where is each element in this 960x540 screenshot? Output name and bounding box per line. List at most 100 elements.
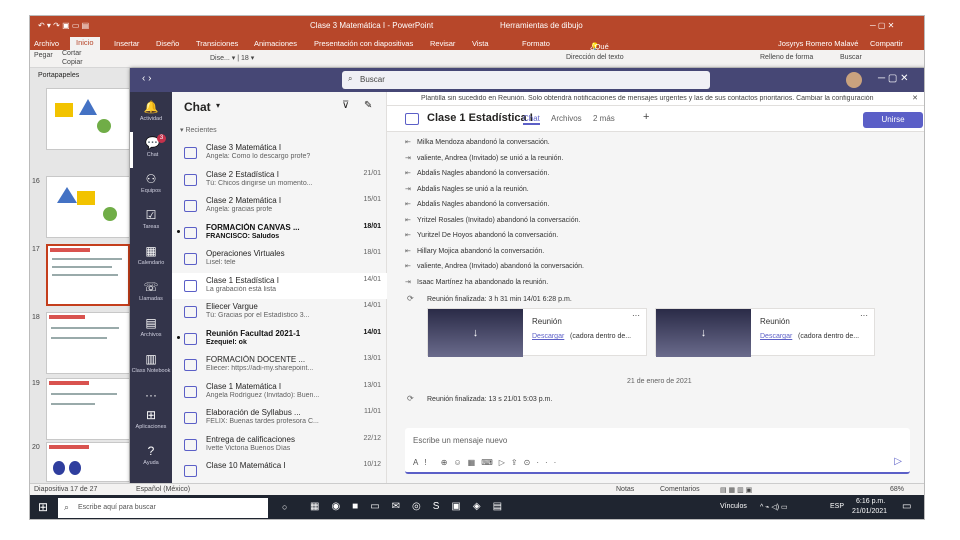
close-icon[interactable]: ✕ xyxy=(912,94,918,102)
chat-list-item[interactable]: Operaciones Virtuales Lisel: tele 18/01 xyxy=(172,246,387,272)
thumb-header xyxy=(49,445,89,449)
tab-formato[interactable]: Formato xyxy=(522,39,550,48)
slide-thumb-15[interactable] xyxy=(46,88,130,150)
chat-list-item[interactable]: Reunión Facultad 2021-1 Ezequiel: ok 14/01 xyxy=(172,326,387,352)
chat-list-item[interactable]: FORMACIÓN DOCENTE ... Eliecer: https://ad… xyxy=(172,352,387,378)
chat-list-item[interactable]: FORMACIÓN CANVAS ... FRANCISCO: Saludos 18… xyxy=(172,220,387,246)
join-button[interactable]: Unirse xyxy=(863,112,923,128)
language-indicator[interactable]: ESP xyxy=(830,503,844,510)
meeting-chat-icon xyxy=(184,147,197,159)
tab-transiciones[interactable]: Transiciones xyxy=(196,39,238,48)
help-icon: ? xyxy=(147,444,155,458)
clock-time[interactable]: 6:16 p.m. xyxy=(856,498,885,505)
cut-button[interactable]: Cortar xyxy=(62,50,81,57)
search-input[interactable]: ⌕ Buscar xyxy=(342,71,710,89)
system-message-text: valiente, Andrea (Invitado) abandonó la … xyxy=(417,263,584,270)
person-leave-icon: ⇤ xyxy=(405,201,411,208)
tab-more[interactable]: 2 más xyxy=(593,114,615,123)
tab-inicio[interactable]: Inicio xyxy=(70,37,100,50)
download-link[interactable]: Descargar xyxy=(532,333,564,340)
comments-button[interactable]: Comentarios xyxy=(660,486,700,493)
tab-revisar[interactable]: Revisar xyxy=(430,39,455,48)
tray-icons[interactable]: ^ ⌁ ◁) ▭ xyxy=(760,503,788,511)
download-icon[interactable]: ↓ xyxy=(656,309,751,357)
recording-card[interactable]: ↓ Reunión ··· Descargar (cadora dentro d… xyxy=(427,308,647,357)
rail-item-class-notebook[interactable]: ▥ Class Notebook xyxy=(130,348,172,384)
share-button[interactable]: Compartir xyxy=(870,39,903,48)
chat-preview: Eliecer: https://adi-my.sharepoint... xyxy=(206,365,314,372)
window-controls[interactable]: ─ ▢ ✕ xyxy=(878,73,908,84)
rail-item-apps[interactable]: ⊞ Aplicaciones xyxy=(130,404,172,440)
slide-thumb-19[interactable] xyxy=(46,378,130,440)
download-icon[interactable]: ↓ xyxy=(428,309,523,357)
chat-list-item[interactable]: Eliecer Vargue Tú: Gracias por el Estadís… xyxy=(172,299,387,325)
chat-list-item[interactable]: Clase 2 Estadística I Tú: Chicos dirigirs… xyxy=(172,167,387,193)
teams-window: ‹ › ⌕ Buscar ─ ▢ ✕ 🔔 Actividad 💬 Chat 3 ⚇ Equi… xyxy=(130,68,924,484)
rail-item-chat[interactable]: 💬 Chat 3 xyxy=(130,132,172,168)
chat-preview: Ezequiel: ok xyxy=(206,338,247,346)
tab-animaciones[interactable]: Animaciones xyxy=(254,39,297,48)
notes-button[interactable]: Notas xyxy=(616,486,634,493)
chat-date: 14/01 xyxy=(363,302,381,309)
chat-list-item[interactable]: Elaboración de Syllabus ... FELIX: Buenas… xyxy=(172,405,387,431)
rail-item-phone[interactable]: ☏ Llamadas xyxy=(130,276,172,312)
links-label[interactable]: Vínculos xyxy=(720,503,747,510)
task-view-icon[interactable]: ○ xyxy=(282,502,287,512)
chat-list-item[interactable]: Clase 3 Matemática I Angela: Como lo desc… xyxy=(172,140,387,166)
find-button[interactable]: Buscar xyxy=(840,54,862,61)
tab-insertar[interactable]: Insertar xyxy=(114,39,139,48)
person-join-icon: ⇥ xyxy=(405,278,411,286)
text-direction-button[interactable]: Dirección del texto xyxy=(566,54,624,61)
clock-date[interactable]: 21/01/2021 xyxy=(852,508,887,515)
slide-thumb-20[interactable] xyxy=(46,442,130,482)
paste-button[interactable]: Pegar xyxy=(34,52,53,59)
rail-item-help[interactable]: ? Ayuda xyxy=(130,440,172,476)
slide-thumb-18[interactable] xyxy=(46,312,130,374)
chat-list-item[interactable]: Clase 2 Matemática I Angela: gracias prof… xyxy=(172,193,387,219)
tab-vista[interactable]: Vista xyxy=(472,39,489,48)
recording-card[interactable]: ↓ Reunión ··· Descargar (cadora dentro d… xyxy=(655,308,875,357)
slide-thumb-17-selected[interactable] xyxy=(46,244,130,306)
rail-item-teams[interactable]: ⚇ Equipos xyxy=(130,168,172,204)
taskbar-search-input[interactable]: ⌕ Escribe aquí para buscar xyxy=(58,498,268,518)
chat-list-item[interactable]: Clase 1 Estadística I La grabación está l… xyxy=(172,272,387,299)
more-icon[interactable]: ··· xyxy=(632,311,640,320)
tab-archivo[interactable]: Archivo xyxy=(34,39,59,48)
download-link[interactable]: Descargar xyxy=(760,333,792,340)
pinned-apps-icons[interactable]: ▦◉■▭✉◎S▣◈▤ xyxy=(310,501,514,512)
more-icon[interactable]: ··· xyxy=(860,311,868,320)
view-icons[interactable]: ▤ ▦ ▥ ▣ xyxy=(720,486,752,494)
add-tab-icon[interactable]: + xyxy=(643,111,649,123)
chat-list-item[interactable]: Entrega de calificaciones Ivette Victoria… xyxy=(172,432,387,458)
notifications-icon[interactable]: ▭ xyxy=(902,501,911,512)
new-chat-icon[interactable]: ✎ xyxy=(364,100,372,111)
tab-presentacion[interactable]: Presentación con diapositivas xyxy=(314,39,413,48)
slide-thumb-16[interactable] xyxy=(46,176,130,238)
shape-fill-button[interactable]: Relleno de forma xyxy=(760,54,813,61)
zoom-level[interactable]: 68% xyxy=(890,486,904,493)
send-icon[interactable]: ▷ xyxy=(894,456,902,467)
rail-item-files[interactable]: ▤ Archivos xyxy=(130,312,172,348)
chat-list-item[interactable]: Clase 1 Matemática I Angela Rodríguez (In… xyxy=(172,379,387,405)
font-box[interactable]: Dise... ▾ | 18 ▾ xyxy=(210,54,254,62)
back-forward-icons[interactable]: ‹ › xyxy=(142,73,151,84)
copy-button[interactable]: Copiar xyxy=(62,59,83,66)
windows-start-icon[interactable]: ⊞ xyxy=(38,500,48,514)
quick-access-icons[interactable]: ↶ ▾ ↷ ▣ ▭ ▤ xyxy=(38,21,89,30)
rail-item-tasks[interactable]: ☑ Tareas xyxy=(130,204,172,240)
filter-icon[interactable]: ⊽ xyxy=(342,100,349,111)
compose-toolbar-icons[interactable]: A! ⊕☺▦⌨▷⇪⊙··· xyxy=(413,458,562,467)
chat-list-item[interactable]: Clase 10 Matemática I 10/12 xyxy=(172,458,387,484)
tab-diseno[interactable]: Diseño xyxy=(156,39,179,48)
rail-item-bell[interactable]: 🔔 Actividad xyxy=(130,96,172,132)
chevron-down-icon[interactable]: ▾ xyxy=(216,101,220,110)
tab-chat[interactable]: Chat xyxy=(523,114,540,125)
avatar[interactable] xyxy=(846,72,862,88)
tab-files[interactable]: Archivos xyxy=(551,114,582,123)
rail-item-calendar[interactable]: ▦ Calendario xyxy=(130,240,172,276)
window-controls[interactable]: ─ ▢ ✕ xyxy=(870,21,894,30)
compose-box[interactable]: Escribe un mensaje nuevo A! ⊕☺▦⌨▷⇪⊙··· ▷ xyxy=(405,428,910,474)
powerpoint-title-bar: ↶ ▾ ↷ ▣ ▭ ▤ Clase 3 Matemática I - Power… xyxy=(30,16,924,36)
system-message: ⇤ Milka Mendoza abandonó la conversación. xyxy=(405,138,550,146)
system-message-text: Abdalis Nagles abandonó la conversación. xyxy=(417,201,550,208)
